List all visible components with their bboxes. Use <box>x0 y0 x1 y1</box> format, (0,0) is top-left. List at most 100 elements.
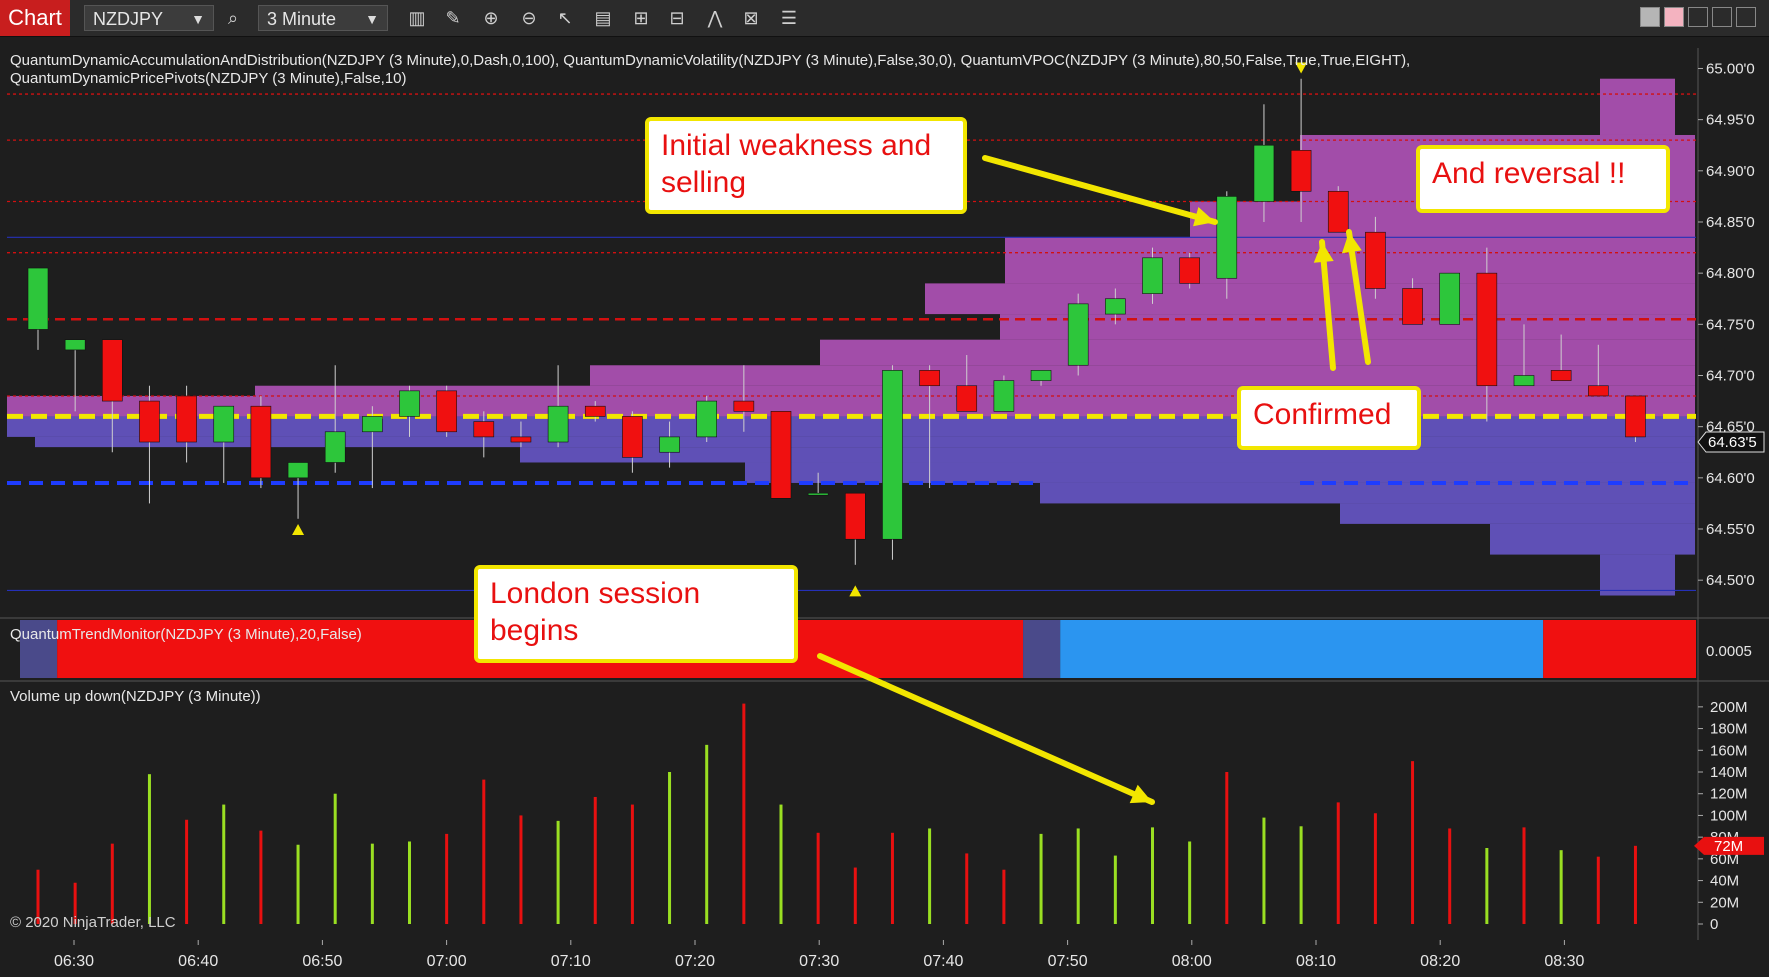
volume-bar <box>110 843 114 924</box>
time-tick-label: 07:20 <box>675 953 715 970</box>
instrument-select[interactable]: NZDJPY ▼ <box>84 5 214 31</box>
zoom-out-icon[interactable]: ⊖ <box>516 6 542 30</box>
volume-bar <box>1039 833 1043 924</box>
maximize-icon[interactable] <box>1712 7 1732 27</box>
volume-profile-band <box>1490 523 1695 555</box>
candle-body <box>102 339 123 402</box>
volume-bar <box>1188 841 1192 924</box>
volume-profile-band <box>1040 482 1695 504</box>
volume-bar <box>668 772 672 924</box>
volume-tick-label: 200M <box>1710 699 1748 716</box>
time-tick-label: 08:30 <box>1544 953 1584 970</box>
volume-bar <box>816 832 820 924</box>
candle-body <box>993 380 1015 412</box>
current-price-label: 64.63'5 <box>1708 434 1757 451</box>
volume-tick-label: 20M <box>1710 894 1739 911</box>
candle-body <box>1030 370 1052 381</box>
volume-bar <box>1373 813 1377 924</box>
callout-reversal: And reversal !! <box>1416 145 1670 213</box>
trend-segment <box>1060 620 1544 678</box>
menu-list-icon[interactable]: ☰ <box>776 6 802 30</box>
callout-london-session: London session begins <box>474 565 798 663</box>
price-tick-label: 64.60'0 <box>1706 470 1755 487</box>
search-icon[interactable]: ⌕ <box>220 6 246 30</box>
timeframe-select[interactable]: 3 Minute ▼ <box>258 5 388 31</box>
time-tick-label: 07:50 <box>1048 953 1088 970</box>
volume-bar <box>408 841 411 924</box>
chart-trader-icon[interactable]: ⊟ <box>664 6 690 30</box>
volume-bar <box>742 703 746 924</box>
volume-bar <box>519 815 523 924</box>
candle-body <box>1365 231 1386 289</box>
candle-body <box>807 492 829 496</box>
chart-tab[interactable]: Chart <box>0 0 70 36</box>
candle-body <box>324 431 346 463</box>
data-box-icon[interactable]: ▤ <box>590 6 616 30</box>
callout-text: London session <box>490 577 701 610</box>
candle-body <box>547 405 569 443</box>
bar-style-icon[interactable]: ▥ <box>404 6 430 30</box>
copyright-text: © 2020 NinjaTrader, LLC <box>10 914 176 931</box>
candle-body <box>1476 272 1498 387</box>
candle-body <box>1142 257 1163 294</box>
volume-bar <box>1151 827 1154 924</box>
volume-bar <box>482 779 486 924</box>
volume-bar <box>1336 802 1340 924</box>
candle-body <box>584 405 606 417</box>
volume-bar <box>1596 856 1600 924</box>
volume-bar <box>185 819 189 924</box>
timeframe-value: 3 Minute <box>267 9 337 29</box>
volume-bar <box>370 843 374 924</box>
minimize-icon[interactable] <box>1688 7 1708 27</box>
callout-text: Confirmed <box>1253 398 1392 431</box>
window-icon[interactable] <box>1664 7 1684 27</box>
price-tick-label: 65.00'0 <box>1706 60 1755 77</box>
volume-bar <box>333 793 337 924</box>
window-icon[interactable] <box>1640 7 1660 27</box>
properties-icon[interactable]: ⊞ <box>628 6 654 30</box>
volume-bar <box>1002 869 1006 924</box>
volume-bar <box>928 828 932 924</box>
time-tick-label: 07:10 <box>551 953 591 970</box>
indicators-icon[interactable]: ⋀ <box>702 6 728 30</box>
candle-body <box>844 492 866 540</box>
strategies-icon[interactable]: ⊠ <box>738 6 764 30</box>
time-tick-label: 08:10 <box>1296 953 1336 970</box>
close-icon[interactable] <box>1736 7 1756 27</box>
price-tick-label: 64.50'0 <box>1706 572 1755 589</box>
pencil-icon[interactable]: ✎ <box>440 6 466 30</box>
candle-body <box>696 400 718 438</box>
callout-text: selling <box>661 166 747 199</box>
candle-body <box>1216 196 1238 279</box>
volume-tick-label: 180M <box>1710 721 1748 738</box>
candle-body <box>287 462 309 479</box>
volume-bar <box>1076 828 1080 924</box>
candle-body <box>362 416 383 433</box>
candle-body <box>139 400 160 443</box>
current-volume-label: 72M <box>1714 838 1743 855</box>
candle-body <box>622 416 643 458</box>
volume-bar <box>1225 772 1229 924</box>
candle-body <box>399 390 420 417</box>
volume-bar <box>1262 817 1266 924</box>
candle-body <box>1105 298 1126 315</box>
volume-bar <box>593 796 597 924</box>
callout-text: begins <box>490 614 579 647</box>
volume-bar <box>296 844 300 924</box>
zoom-in-icon[interactable]: ⊕ <box>478 6 504 30</box>
time-tick-label: 08:00 <box>1172 953 1212 970</box>
candle-body <box>27 267 49 330</box>
volume-profile-band <box>1000 314 1695 340</box>
time-tick-label: 06:50 <box>302 953 342 970</box>
price-tick-label: 64.90'0 <box>1706 163 1755 180</box>
pointer-icon[interactable]: ↖ <box>552 6 578 30</box>
volume-bar <box>1448 828 1452 924</box>
callout-text: And reversal !! <box>1432 157 1626 190</box>
volume-tick-label: 0 <box>1710 916 1718 933</box>
price-tick-label: 64.75'0 <box>1706 316 1755 333</box>
volume-profile-band <box>1600 554 1675 596</box>
volume-profile-band <box>925 283 1695 315</box>
volume-bar <box>1411 761 1415 924</box>
candle-body <box>659 436 680 453</box>
candle-body <box>1179 257 1200 284</box>
